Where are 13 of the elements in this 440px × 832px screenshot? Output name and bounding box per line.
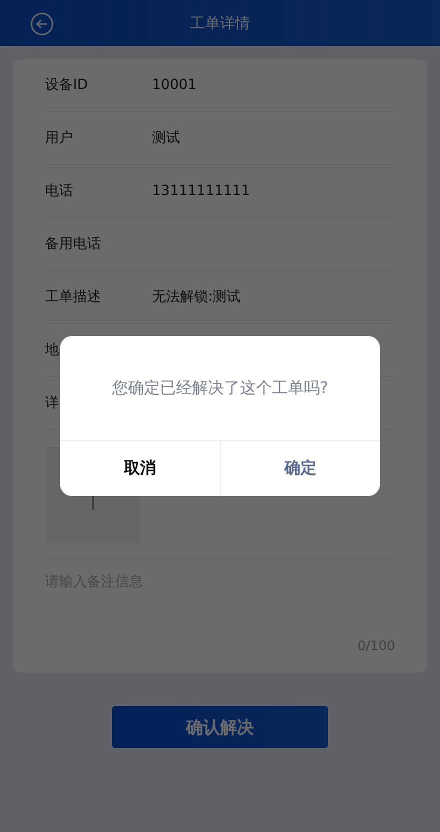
field-label: 工单描述 xyxy=(45,288,102,306)
field-value: 无法解锁:测试 xyxy=(152,288,241,306)
field-label: 用户 xyxy=(45,129,74,147)
field-label: 地 xyxy=(45,341,60,359)
field-label: 详 xyxy=(45,394,60,412)
page-title: 工单详情 xyxy=(190,14,250,32)
field-value: 13111111111 xyxy=(152,183,250,199)
field-label: 备用电话 xyxy=(45,235,102,253)
dialog-message: 您确定已经解决了这个工单吗? xyxy=(112,378,328,398)
field-label: 设备ID xyxy=(45,76,89,94)
field-value: 10001 xyxy=(152,77,197,93)
field-label: 电话 xyxy=(45,182,74,200)
field-value: 测试 xyxy=(152,129,180,147)
